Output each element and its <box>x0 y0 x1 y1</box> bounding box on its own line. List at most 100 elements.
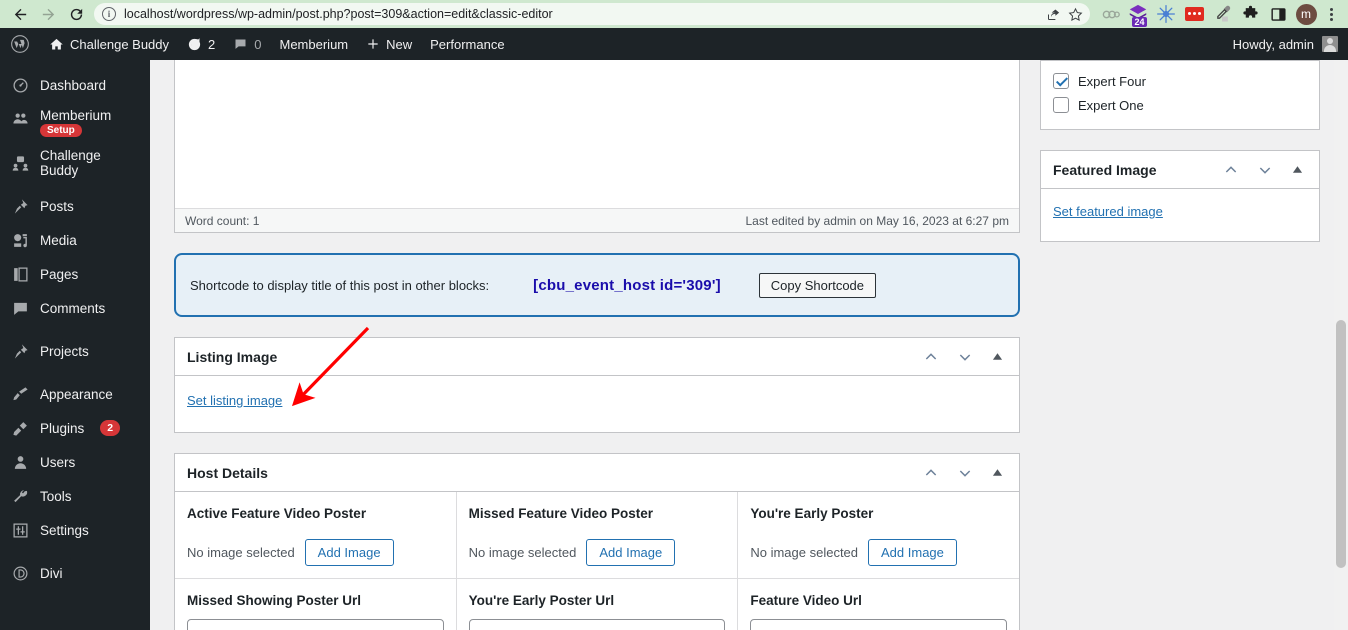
checkbox-label: Expert Four <box>1078 73 1146 89</box>
host-field-missed-showing-poster-url: Missed Showing Poster Url <box>175 579 457 630</box>
sidebar-item-label: Memberium <box>40 108 112 123</box>
adminbar-new-label: New <box>386 36 413 52</box>
feature-video-url-input[interactable] <box>750 619 1008 630</box>
youre-early-poster-url-input[interactable] <box>468 619 726 630</box>
menu-separator <box>0 325 150 334</box>
sidebar-item-media[interactable]: Media <box>0 223 150 257</box>
shortcode-value: [cbu_event_host id='309'] <box>533 276 721 294</box>
appearance-brush-icon <box>10 384 30 404</box>
sidebar-item-label: Plugins <box>40 420 85 436</box>
checkbox-expert-one[interactable] <box>1053 97 1069 113</box>
checkbox-row-expert-one[interactable]: Expert One <box>1053 93 1307 117</box>
chevron-down-icon[interactable] <box>953 345 977 369</box>
toggle-panel-icon[interactable] <box>987 461 1007 485</box>
panel-actions <box>919 345 1007 369</box>
menu-separator <box>0 180 150 189</box>
menu-separator <box>0 368 150 377</box>
side-column: Expert Four Expert One Featured Image Se… <box>1040 60 1320 630</box>
plus-icon <box>368 39 378 49</box>
purple-layers-icon[interactable]: 24 <box>1124 1 1152 27</box>
bookmark-star-icon[interactable] <box>1064 4 1086 24</box>
reload-icon <box>70 8 82 20</box>
sidebar-item-pages[interactable]: Pages <box>0 257 150 291</box>
sidebar-item-label: Pages <box>40 266 79 282</box>
toggle-panel-icon[interactable] <box>1287 158 1307 182</box>
adminbar-comments[interactable]: 0 <box>224 28 270 60</box>
scrollbar-thumb[interactable] <box>1336 320 1346 568</box>
add-image-button[interactable]: Add Image <box>868 539 957 566</box>
image-status: No image selected <box>750 545 859 560</box>
sidebar-item-dashboard[interactable]: Dashboard <box>0 68 150 102</box>
forward-arrow-icon <box>42 8 54 20</box>
chevron-up-icon[interactable] <box>919 461 943 485</box>
sidebar-item-label: Media <box>40 232 77 248</box>
featured-image-title: Featured Image <box>1053 161 1157 178</box>
sidebar-item-comments[interactable]: Comments <box>0 291 150 325</box>
set-listing-image-link[interactable]: Set listing image <box>187 393 282 408</box>
reload-button[interactable] <box>62 1 90 27</box>
chevron-down-icon[interactable] <box>1253 158 1277 182</box>
projects-pin-icon <box>10 341 30 361</box>
red-recorder-icon[interactable] <box>1180 1 1208 27</box>
host-details-url-row: Missed Showing Poster Url You're Early P… <box>175 578 1019 630</box>
chevron-up-icon[interactable] <box>919 345 943 369</box>
sidebar-panel-icon[interactable] <box>1264 1 1292 27</box>
sidebar-item-label: Posts <box>40 198 74 214</box>
missed-showing-poster-url-input[interactable] <box>187 619 444 630</box>
profile-avatar-button[interactable]: m <box>1292 1 1320 27</box>
sidebar-item-users[interactable]: Users <box>0 445 150 479</box>
back-button[interactable] <box>6 1 34 27</box>
sidebar-item-divi[interactable]: Divi <box>0 556 150 590</box>
sidebar-item-appearance[interactable]: Appearance <box>0 377 150 411</box>
image-status: No image selected <box>468 545 577 560</box>
sidebar-item-memberium[interactable]: Memberium Setup <box>0 102 150 146</box>
sidebar-item-tools[interactable]: Tools <box>0 479 150 513</box>
set-featured-image-link[interactable]: Set featured image <box>1053 204 1163 219</box>
sidebar-item-label: Tools <box>40 488 72 504</box>
checkbox-expert-four[interactable] <box>1053 73 1069 89</box>
add-image-button[interactable]: Add Image <box>304 539 394 566</box>
checkbox-row-expert-four[interactable]: Expert Four <box>1053 69 1307 93</box>
chevron-up-icon[interactable] <box>1219 158 1243 182</box>
add-image-button[interactable]: Add Image <box>586 539 676 566</box>
address-bar[interactable]: i localhost/wordpress/wp-admin/post.php?… <box>94 3 1090 25</box>
host-field-missed-feature-video-poster: Missed Feature Video Poster No image sel… <box>457 492 739 578</box>
eyedropper-icon[interactable] <box>1208 1 1236 27</box>
page-scrollbar[interactable] <box>1334 60 1348 630</box>
editor-content-area[interactable] <box>175 60 1019 208</box>
toggle-panel-icon[interactable] <box>987 345 1007 369</box>
sidebar-item-settings[interactable]: Settings <box>0 513 150 547</box>
sidebar-item-plugins[interactable]: Plugins 2 <box>0 411 150 445</box>
copy-shortcode-button[interactable]: Copy Shortcode <box>758 272 877 298</box>
adminbar-updates-count: 2 <box>208 36 216 52</box>
sidebar-item-projects[interactable]: Projects <box>0 334 150 368</box>
sidebar-badge-setup: Setup <box>40 124 82 137</box>
menu-dot <box>1329 12 1333 16</box>
sidebar-item-challenge-buddy[interactable]: Challenge Buddy <box>0 146 150 180</box>
adminbar-new[interactable]: New <box>357 28 421 60</box>
url-text: localhost/wordpress/wp-admin/post.php?po… <box>124 7 553 21</box>
forward-button[interactable] <box>34 1 62 27</box>
adminbar-account[interactable]: Howdy, admin <box>1233 36 1348 52</box>
field-label: You're Early Poster <box>750 506 874 521</box>
blue-snowflake-icon[interactable] <box>1152 1 1180 27</box>
puzzle-piece-icon[interactable] <box>1236 1 1264 27</box>
posts-pin-icon <box>10 196 30 216</box>
adminbar-wp-logo[interactable] <box>0 28 40 60</box>
share-icon[interactable] <box>1042 4 1064 24</box>
adminbar-updates[interactable]: 2 <box>178 28 224 60</box>
chain-links-icon[interactable] <box>1096 1 1124 27</box>
home-icon <box>50 38 63 49</box>
shortcode-notice: Shortcode to display title of this post … <box>174 253 1020 317</box>
host-details-image-row: Active Feature Video Poster No image sel… <box>175 492 1019 578</box>
image-picker: No image selected Add Image <box>469 539 726 566</box>
adminbar-site-name[interactable]: Challenge Buddy <box>40 28 178 60</box>
plugins-plug-icon <box>10 418 30 438</box>
chevron-down-icon[interactable] <box>953 461 977 485</box>
featured-image-panel: Featured Image Set featured image <box>1040 150 1320 242</box>
adminbar-performance[interactable]: Performance <box>421 28 513 60</box>
sidebar-item-posts[interactable]: Posts <box>0 189 150 223</box>
adminbar-memberium[interactable]: Memberium <box>271 28 358 60</box>
browser-menu-button[interactable] <box>1320 1 1342 27</box>
site-info-icon[interactable]: i <box>102 7 116 21</box>
